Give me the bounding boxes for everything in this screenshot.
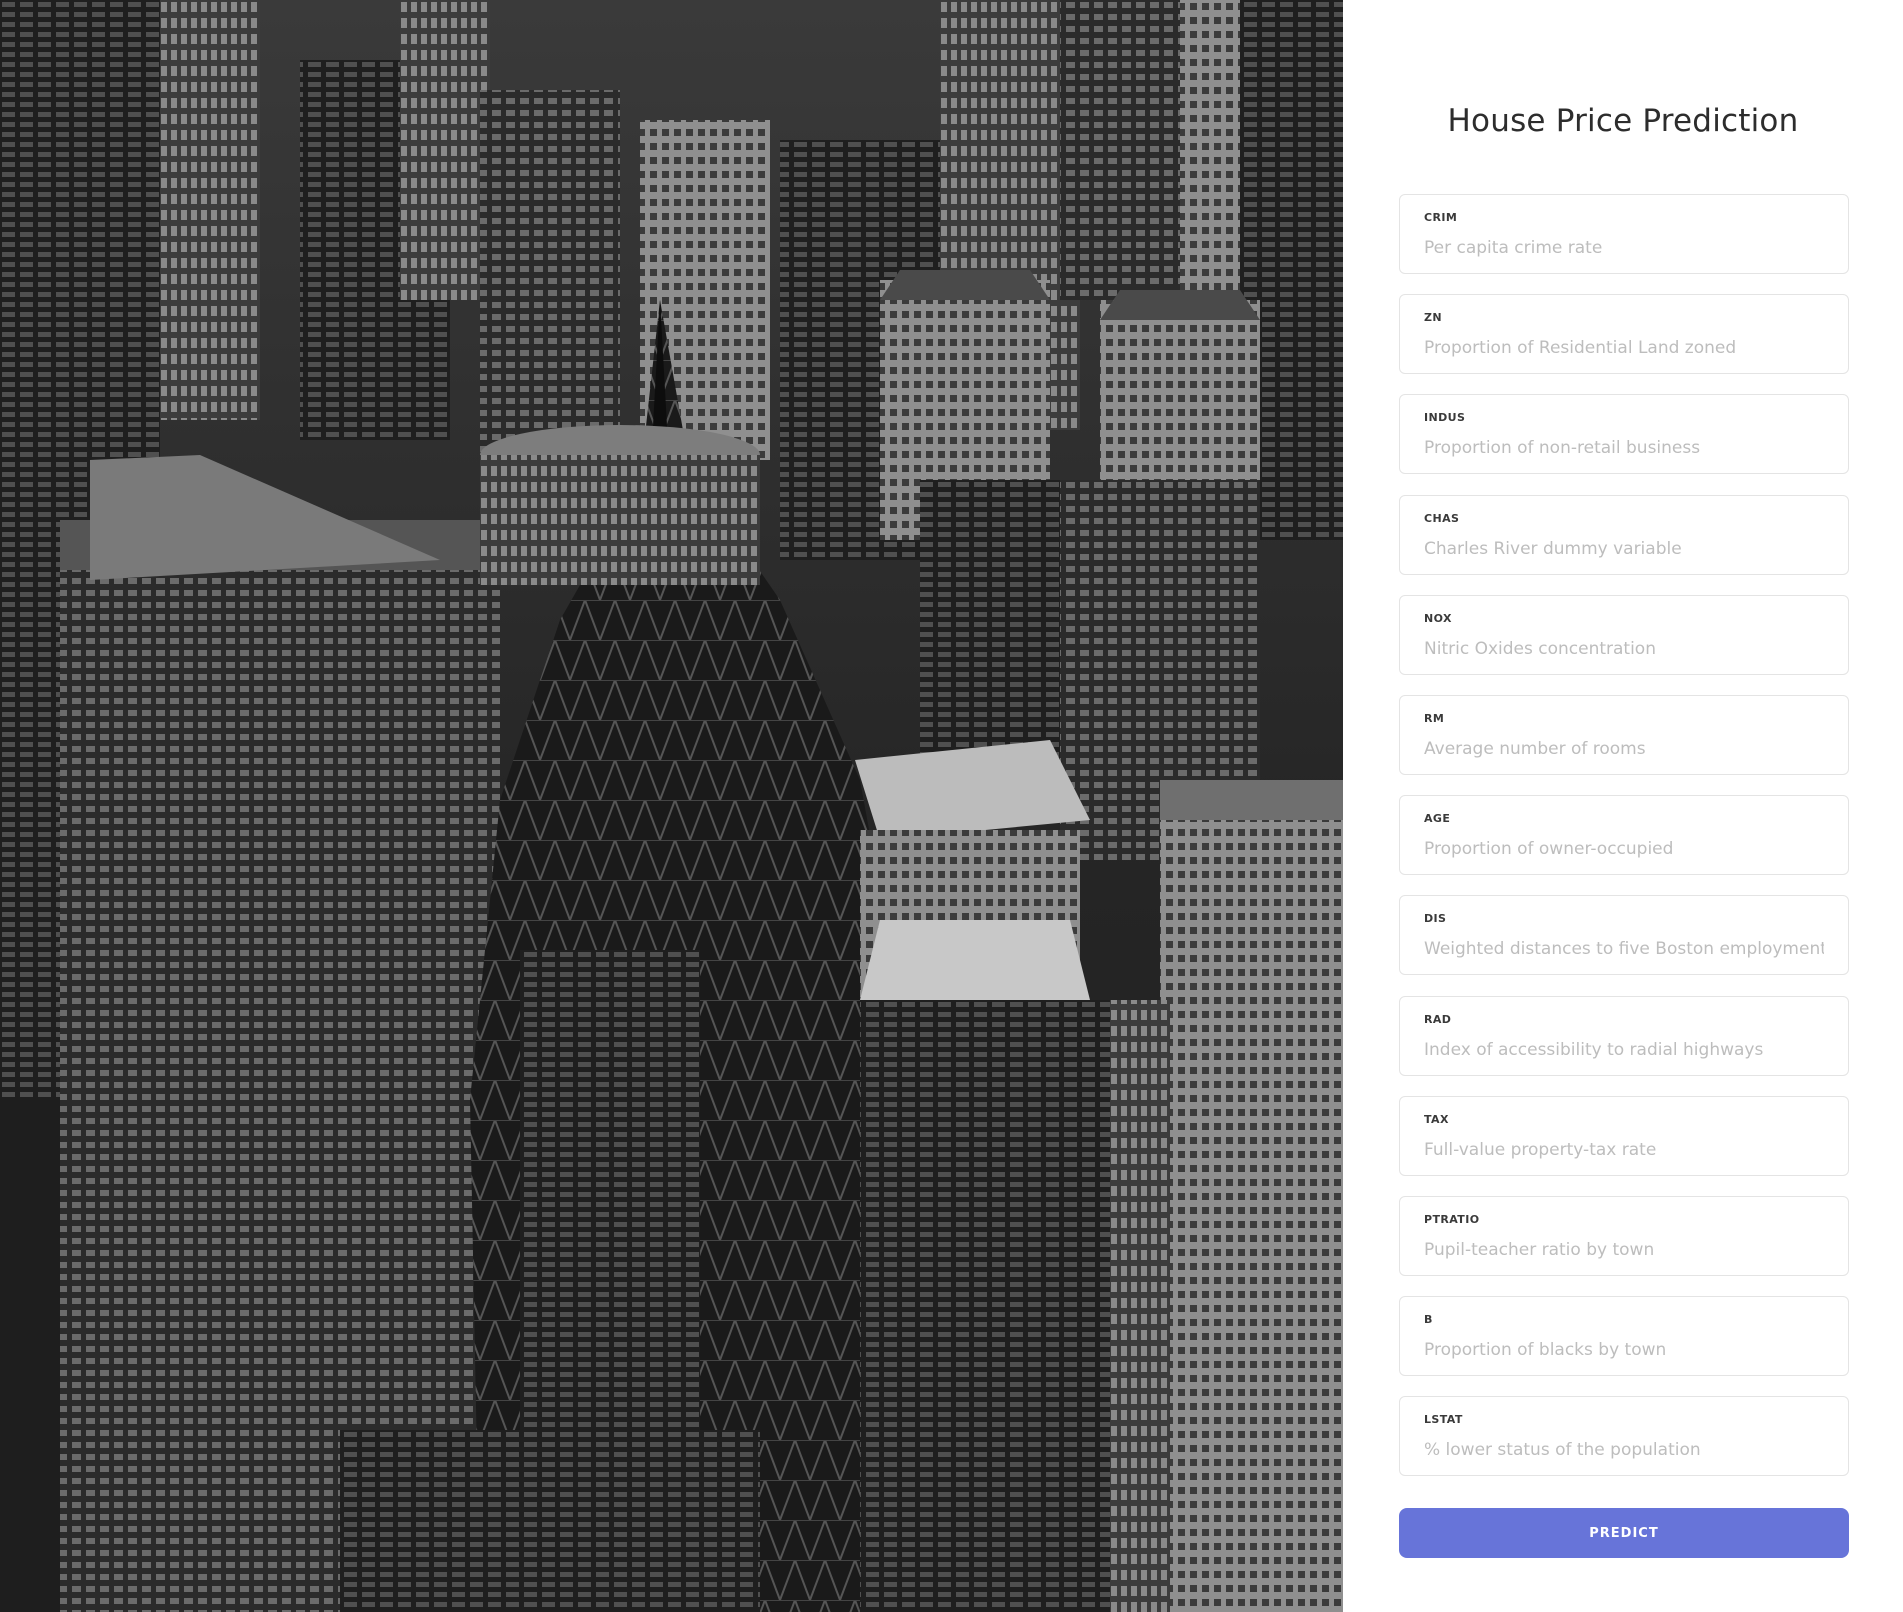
field-label-rm: RM <box>1424 711 1445 725</box>
field-label-rad: RAD <box>1424 1012 1452 1026</box>
field-label-chas: CHAS <box>1424 511 1460 525</box>
predict-button[interactable]: PREDICT <box>1399 1508 1849 1558</box>
tax-input[interactable] <box>1424 1134 1824 1165</box>
field-dis[interactable]: DIS <box>1399 895 1849 976</box>
zn-input[interactable] <box>1424 333 1824 364</box>
field-label-dis: DIS <box>1424 912 1447 926</box>
field-label-indus: INDUS <box>1424 411 1466 425</box>
field-label-crim: CRIM <box>1424 211 1458 224</box>
nox-input[interactable] <box>1424 633 1824 664</box>
field-label-age: AGE <box>1424 812 1451 826</box>
field-label-ptratio: PTRATIO <box>1424 1212 1480 1226</box>
rm-input[interactable] <box>1424 733 1824 764</box>
field-rad[interactable]: RAD <box>1399 995 1849 1076</box>
lstat-input[interactable] <box>1424 1435 1824 1466</box>
field-label-zn: ZN <box>1424 311 1442 325</box>
field-crim[interactable]: CRIM <box>1399 194 1849 274</box>
dis-input[interactable] <box>1424 934 1824 965</box>
field-ptratio[interactable]: PTRATIO <box>1399 1195 1849 1276</box>
ptratio-input[interactable] <box>1424 1234 1824 1265</box>
field-chas[interactable]: CHAS <box>1399 494 1849 575</box>
field-zn[interactable]: ZN <box>1399 294 1849 375</box>
indus-input[interactable] <box>1424 433 1824 464</box>
rad-input[interactable] <box>1424 1034 1824 1065</box>
chas-input[interactable] <box>1424 533 1824 564</box>
page: House Price Prediction CRIM ZN INDUS CHAS NO… <box>0 0 1903 1612</box>
field-tax[interactable]: TAX <box>1399 1095 1849 1176</box>
page-title: House Price Prediction <box>1447 103 1799 139</box>
field-label-lstat: LSTAT <box>1424 1413 1463 1427</box>
field-label-nox: NOX <box>1424 611 1452 625</box>
field-rm[interactable]: RM <box>1399 694 1849 775</box>
field-age[interactable]: AGE <box>1399 795 1849 876</box>
b-input[interactable] <box>1424 1335 1824 1366</box>
prediction-form-panel: House Price Prediction CRIM ZN INDUS CHAS NO… <box>1343 0 1903 1612</box>
field-nox[interactable]: NOX <box>1399 594 1849 675</box>
prediction-form: CRIM ZN INDUS CHAS NOX RM AGE DIS RAD TAX PTRATIO B… <box>1399 194 1849 1496</box>
crim-input[interactable] <box>1424 233 1824 263</box>
city-background-image <box>0 0 1343 1612</box>
field-b[interactable]: B <box>1399 1296 1849 1377</box>
city-skyscrapers-image <box>0 0 1343 1612</box>
field-lstat[interactable]: LSTAT <box>1399 1396 1849 1477</box>
age-input[interactable] <box>1424 834 1824 865</box>
field-indus[interactable]: INDUS <box>1399 394 1849 475</box>
field-label-tax: TAX <box>1424 1112 1449 1126</box>
field-label-b: B <box>1424 1313 1433 1327</box>
